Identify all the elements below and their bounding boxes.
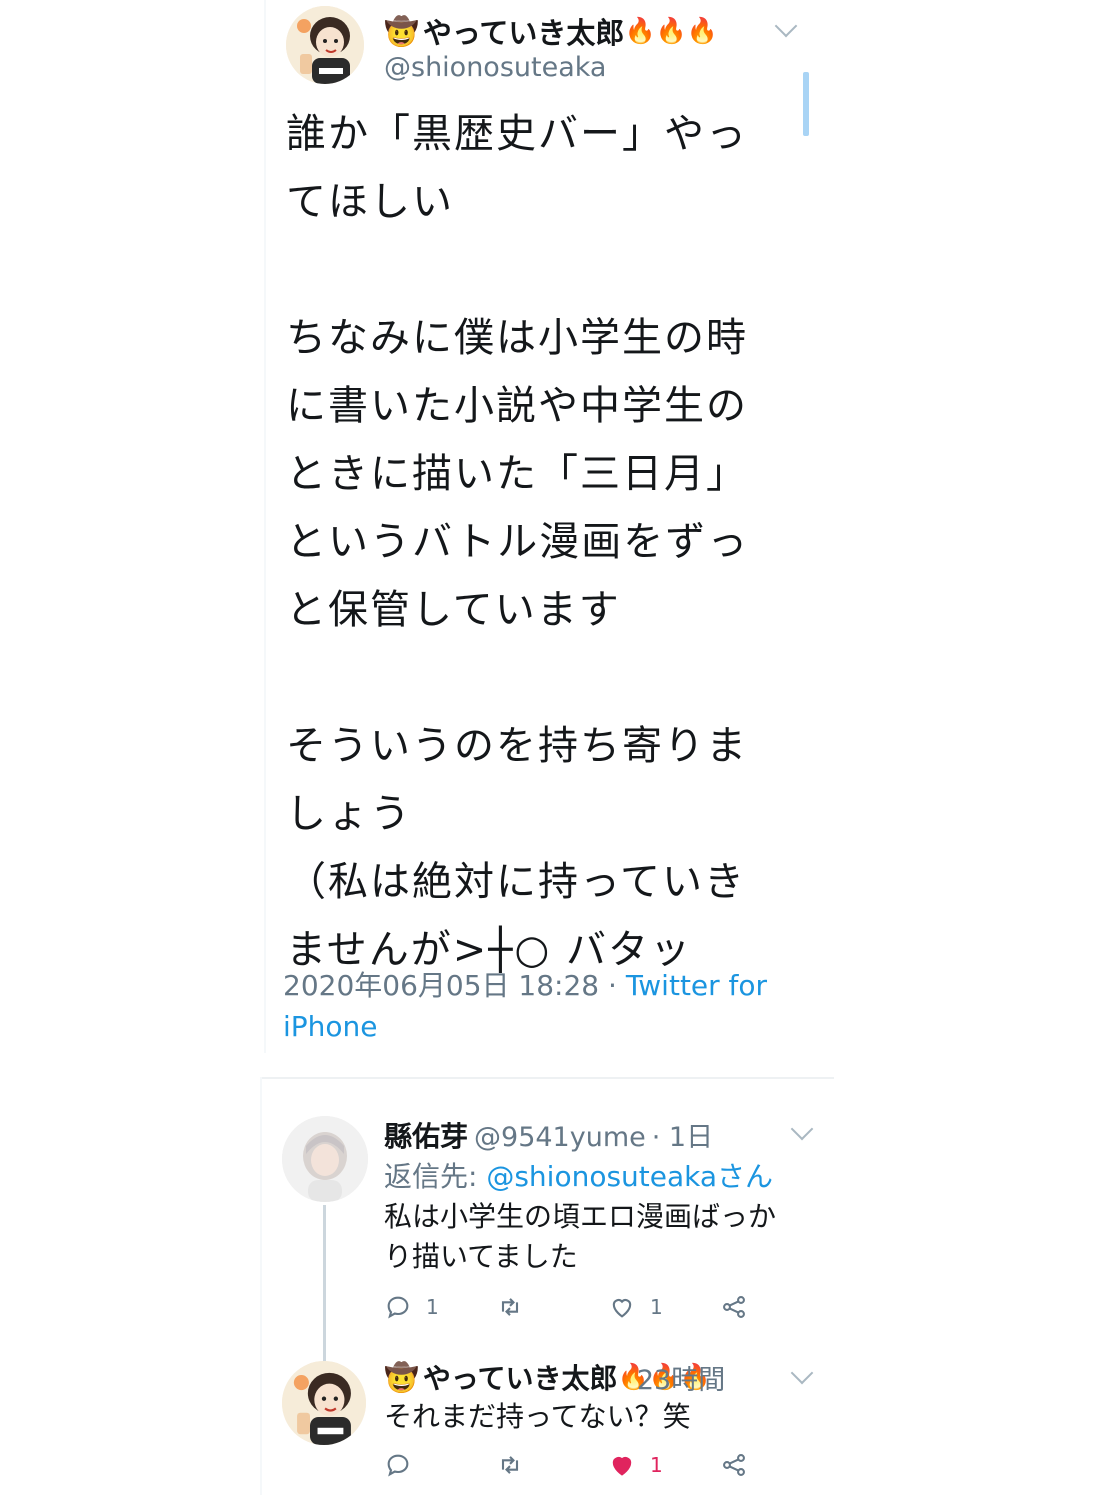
- reply-text-line: 私は小学生の頃エロ漫画ばっか: [384, 1200, 777, 1233]
- reply-display-name[interactable]: 縣佑芽: [384, 1115, 468, 1155]
- avatar-illustration: [286, 6, 364, 84]
- tweet-line: 誰か「黒歴史バー」やっ: [286, 111, 748, 157]
- tweet-source-link[interactable]: Twitter for: [626, 969, 767, 1002]
- tweet-line: しょう: [286, 791, 412, 837]
- tweet-source-link-cont[interactable]: iPhone: [283, 1006, 783, 1047]
- like-count: 1: [650, 1295, 663, 1319]
- chevron-down-icon[interactable]: [774, 14, 798, 38]
- chevron-down-icon[interactable]: [790, 1117, 814, 1141]
- author-name-row[interactable]: 🤠 やっていき太郎 🔥🔥🔥: [384, 10, 718, 52]
- reply-author-row[interactable]: 縣佑芽 @9541yume · 1日: [384, 1115, 713, 1155]
- tweet-text: 誰か「黒歴史バー」やっ てほしい ちなみに僕は小学生の時 に書いた小説や中学生の…: [286, 100, 786, 984]
- tweet-line: てほしい: [286, 179, 454, 225]
- reply-icon: [387, 1454, 409, 1477]
- tweet-timestamp[interactable]: 2020年06月05日 18:28: [283, 969, 599, 1002]
- replies-section: 縣佑芽 @9541yume · 1日 返信先: @shionosuteakaさん…: [262, 1077, 834, 1495]
- main-tweet: 🤠 やっていき太郎 🔥🔥🔥 @shionosuteaka 誰か「黒歴史バー」やっ…: [266, 0, 810, 1053]
- tweet-line: ときに描いた「三日月」: [286, 451, 748, 497]
- avatar-illustration: [282, 1361, 366, 1445]
- like-count: 1: [650, 1453, 663, 1477]
- scroll-indicator: [803, 72, 809, 136]
- tweet-line: と保管しています: [286, 587, 621, 633]
- reply-text: 私は小学生の頃エロ漫画ばっか り描いてました: [384, 1197, 824, 1277]
- cowboy-emoji-icon: 🤠: [384, 1360, 419, 1394]
- reply-to-suffix: さん: [717, 1160, 774, 1193]
- author-display-name[interactable]: やっていき太郎: [423, 10, 625, 52]
- reply-to-line: 返信先: @shionosuteakaさん: [384, 1155, 773, 1195]
- tweet-line: （私は絶対に持っていき: [286, 859, 746, 905]
- tweet-line: に書いた小説や中学生の: [286, 383, 748, 429]
- share-button[interactable]: [720, 1293, 748, 1321]
- retweet-button[interactable]: [496, 1293, 524, 1321]
- author-handle[interactable]: @shionosuteaka: [384, 52, 606, 83]
- like-button[interactable]: 1: [608, 1451, 663, 1479]
- reply-count: 1: [426, 1295, 439, 1319]
- reply-avatar[interactable]: [282, 1116, 368, 1202]
- cowboy-emoji-icon: 🤠: [384, 14, 419, 48]
- avatar-photo: [282, 1116, 368, 1202]
- tweet-meta: 2020年06月05日 18:28 · Twitter for iPhone: [283, 965, 783, 1047]
- tweet-line: ちなみに僕は小学生の時: [286, 315, 748, 361]
- share-icon: [723, 1296, 745, 1318]
- reply-to-handle[interactable]: @shionosuteaka: [486, 1160, 717, 1193]
- reply-text-line: り描いてました: [384, 1240, 578, 1273]
- fire-emoji-icon: 🔥🔥🔥: [624, 16, 718, 45]
- share-icon: [723, 1454, 745, 1476]
- reply-2-text: それまだ持ってない？笑: [384, 1400, 691, 1433]
- heart-icon: [612, 1299, 632, 1318]
- reply-handle[interactable]: @9541yume: [474, 1122, 646, 1153]
- heart-icon: [612, 1457, 632, 1476]
- reply-to-prefix: 返信先:: [384, 1160, 487, 1193]
- reply-time[interactable]: · 1日: [652, 1115, 713, 1154]
- like-button[interactable]: 1: [608, 1293, 663, 1321]
- reply-2-display-name[interactable]: やっていき太郎: [423, 1357, 618, 1397]
- retweet-button[interactable]: [496, 1451, 524, 1479]
- tweet-line: そういうのを持ち寄りま: [286, 723, 748, 769]
- tweet-line: というバトル漫画をずっ: [286, 519, 750, 565]
- meta-separator: ·: [599, 969, 626, 1002]
- author-avatar[interactable]: [286, 6, 364, 84]
- reply-icon: [387, 1296, 409, 1319]
- reply-2-time[interactable]: 23時間: [637, 1358, 725, 1397]
- reply-button[interactable]: [384, 1451, 412, 1479]
- share-button[interactable]: [720, 1451, 748, 1479]
- retweet-icon: [501, 1298, 519, 1316]
- chevron-down-icon[interactable]: [790, 1361, 814, 1385]
- reply-2-author-row[interactable]: 🤠 やっていき太郎 🔥🔥🔥 23時間: [384, 1357, 725, 1397]
- reply-button[interactable]: 1: [384, 1293, 439, 1321]
- reply-2-avatar[interactable]: [282, 1361, 366, 1445]
- retweet-icon: [501, 1456, 519, 1474]
